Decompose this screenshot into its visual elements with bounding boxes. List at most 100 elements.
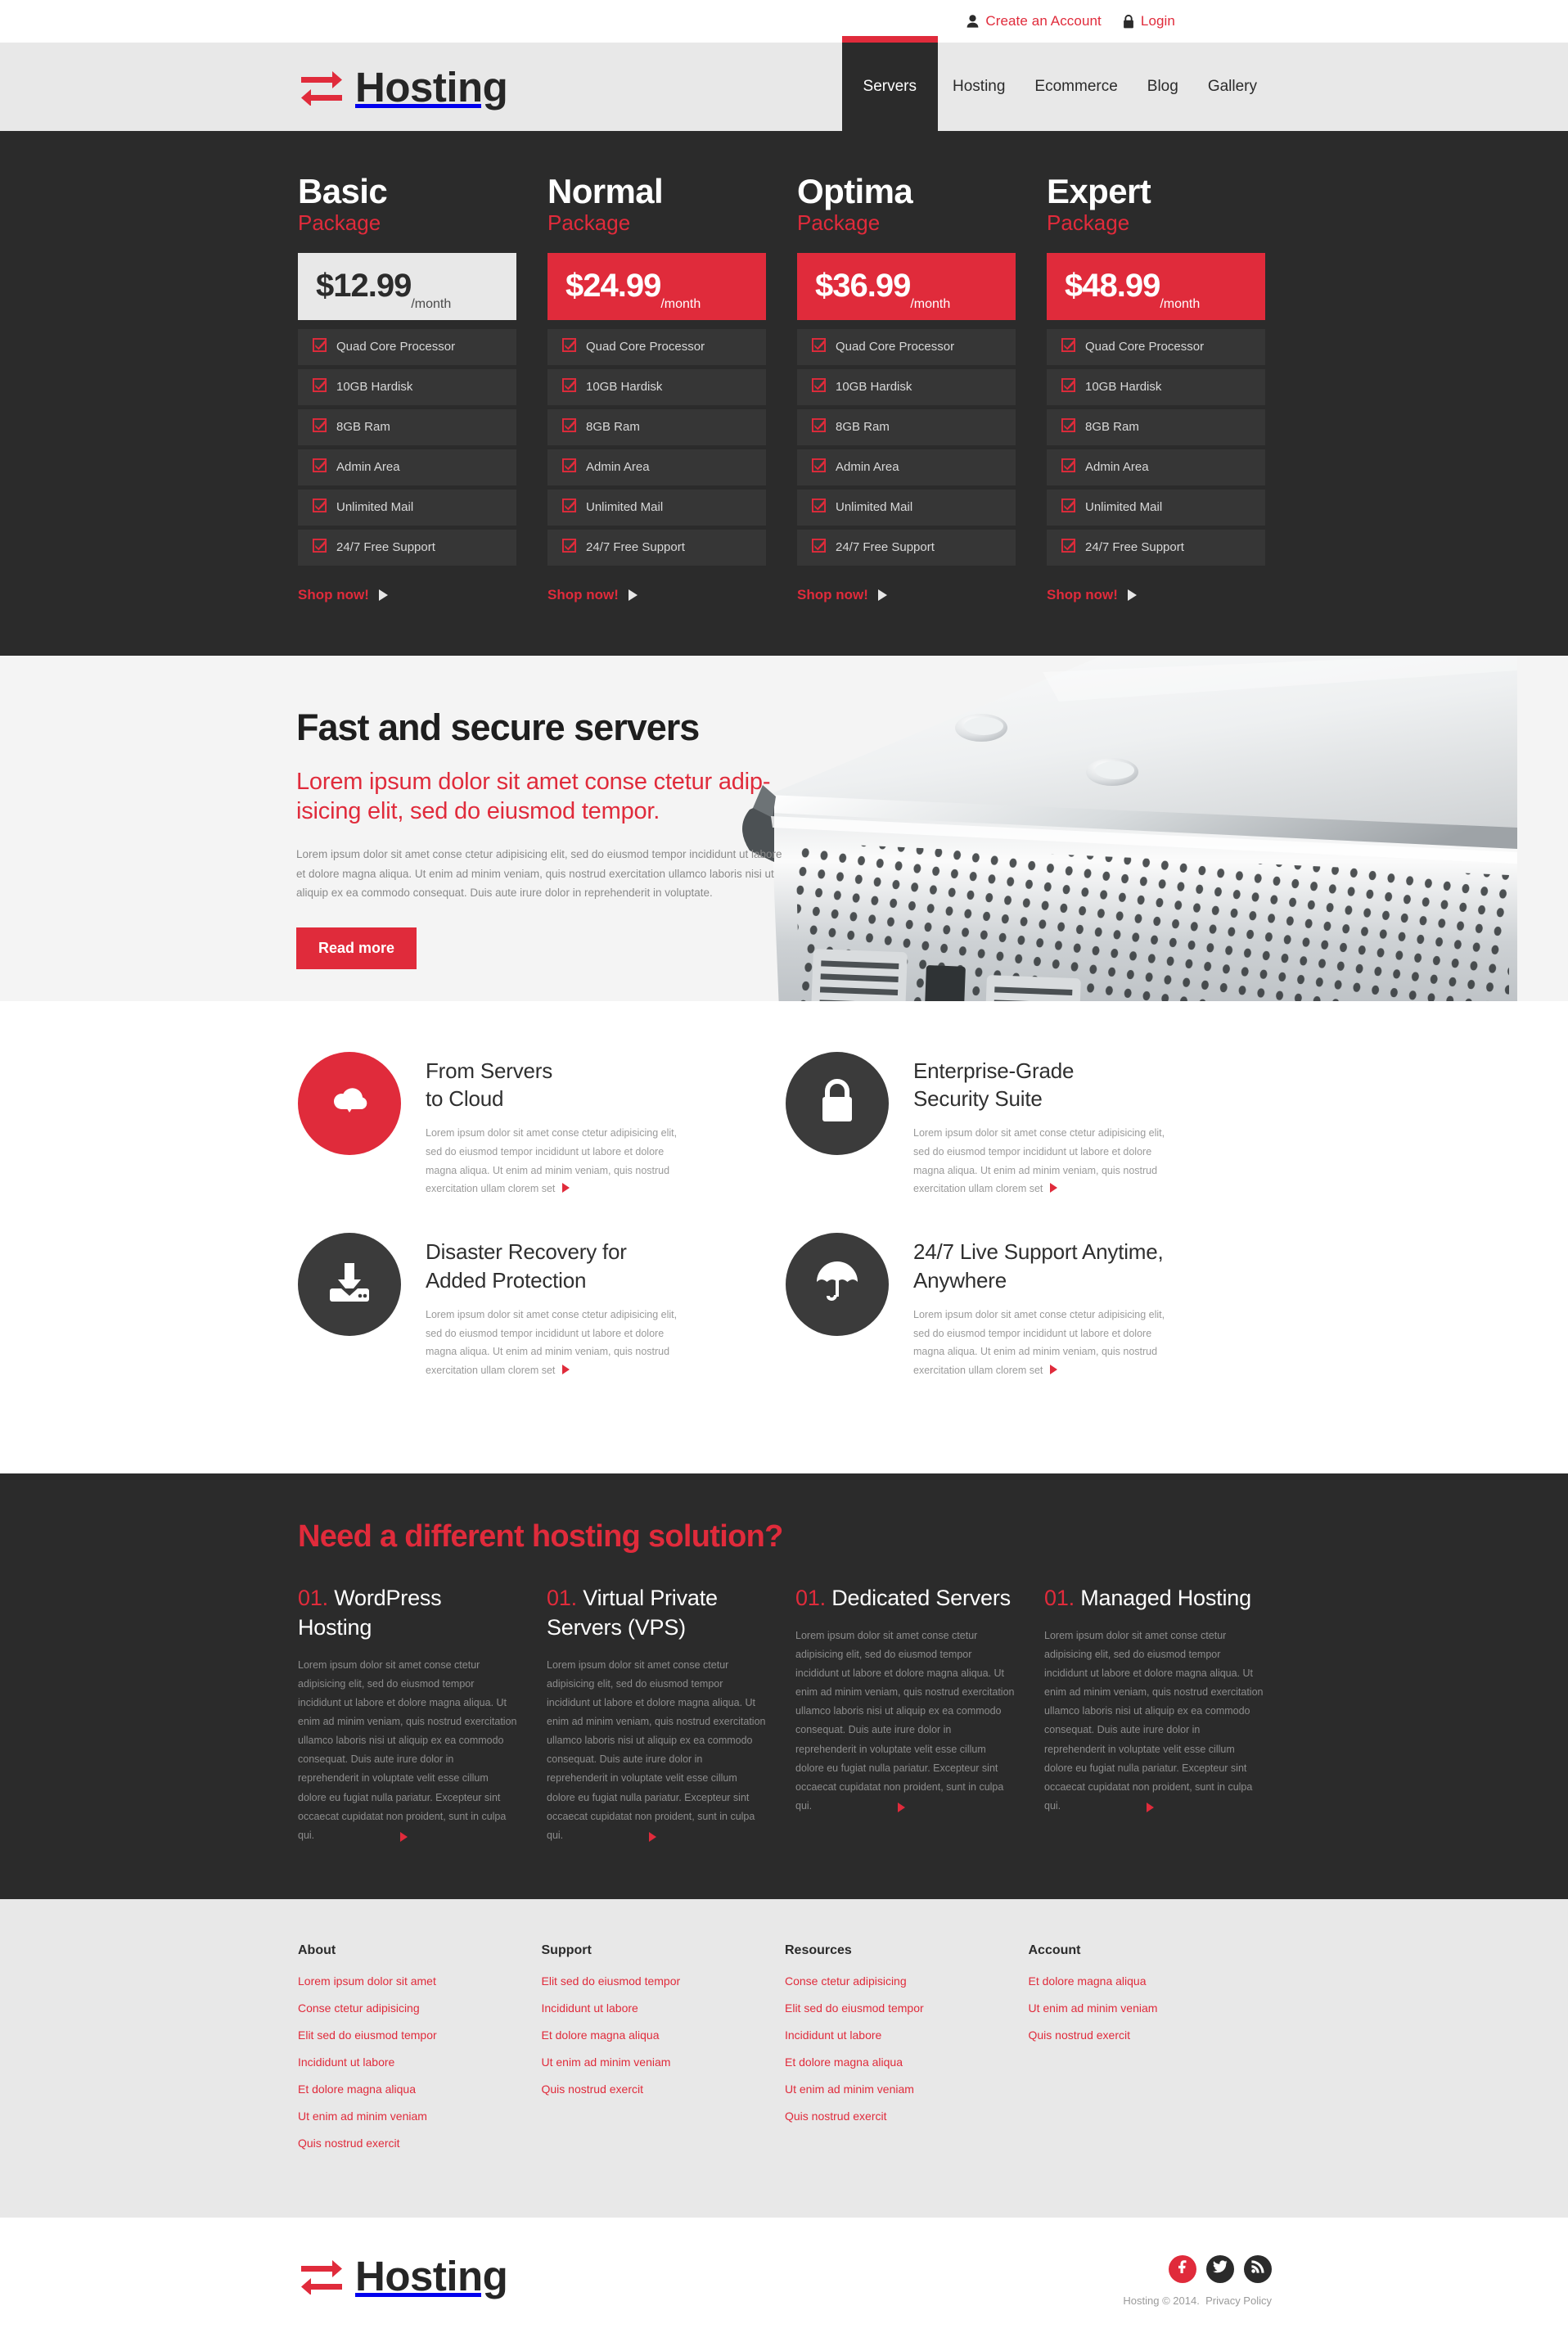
nav-item-hosting[interactable]: Hosting: [938, 43, 1020, 131]
rss-icon: [1251, 2260, 1264, 2277]
plan-feature-label: Unlimited Mail: [336, 500, 414, 515]
plan-feature-label: Quad Core Processor: [1085, 340, 1205, 354]
feature-icon-circle: [786, 1051, 889, 1155]
plan-feature-label: 24/7 Free Support: [586, 540, 685, 555]
arrow-right-icon[interactable]: [561, 1183, 570, 1194]
feature-title: From Servers to Cloud: [426, 1058, 553, 1111]
read-more-button[interactable]: Read more: [296, 927, 417, 969]
footer-link[interactable]: Quis nostrud exercit: [785, 2110, 1029, 2123]
nav-item-servers[interactable]: Servers: [841, 36, 939, 131]
shop-now-link[interactable]: Shop now!: [797, 587, 1016, 603]
nav-item-blog[interactable]: Blog: [1133, 43, 1193, 131]
footer-link[interactable]: Ut enim ad minim veniam: [542, 2055, 786, 2069]
nav-item-gallery[interactable]: Gallery: [1193, 43, 1272, 131]
checkbox-checked-icon: [562, 377, 576, 396]
login-link[interactable]: Login: [1123, 13, 1175, 29]
footer-column-support: Support Elit sed do eiusmod tempor Incidid…: [542, 1943, 786, 2164]
checkbox-checked-icon: [313, 458, 327, 476]
features-grid: From Servers to Cloud Lorem ipsum dolor si…: [296, 1051, 1272, 1415]
plan-subtitle: Package: [298, 210, 381, 236]
site-logo[interactable]: Hosting: [300, 63, 508, 111]
footer-link[interactable]: Incididunt ut labore: [542, 2001, 786, 2015]
footer-link[interactable]: Conse ctetur adipisicing: [785, 1974, 1029, 1988]
footer-link[interactable]: Incididunt ut labore: [785, 2028, 1029, 2042]
solution-description: Lorem ipsum dolor sit amet conse ctetur …: [298, 1658, 517, 1842]
pricing-plans: Basic Package $12.99/month Quad Core Proces…: [296, 172, 1272, 603]
pricing-plan-basic: Basic Package $12.99/month Quad Core Proces…: [298, 173, 516, 603]
footer-column-heading: About: [298, 1943, 336, 1957]
footer-column-heading: Account: [1028, 1943, 1081, 1957]
arrow-right-icon[interactable]: [1147, 1803, 1154, 1812]
checkbox-checked-icon: [1061, 337, 1075, 356]
arrow-right-icon[interactable]: [1049, 1365, 1057, 1375]
solution-number: 01.: [298, 1585, 328, 1610]
plan-feature-row: Quad Core Processor: [797, 328, 1016, 365]
logo-text: Hosting: [355, 63, 508, 111]
plan-feature-row: Admin Area: [547, 449, 766, 485]
footer-link[interactable]: Ut enim ad minim veniam: [1029, 2001, 1273, 2015]
footer-link[interactable]: Quis nostrud exercit: [542, 2083, 786, 2096]
arrow-right-icon[interactable]: [898, 1803, 905, 1812]
facebook-link[interactable]: [1169, 2254, 1196, 2283]
plan-feature-row: 8GB Ram: [547, 408, 766, 445]
twitter-link[interactable]: [1206, 2254, 1234, 2283]
plan-feature-row: 10GB Hardisk: [298, 368, 516, 405]
plan-feature-label: Admin Area: [1085, 460, 1149, 475]
plan-subtitle: Package: [797, 210, 881, 236]
copyright-text: Hosting © 2014.: [1123, 2294, 1200, 2307]
footer-link[interactable]: Elit sed do eiusmod tempor: [542, 1974, 786, 1988]
footer-links-section: About Lorem ipsum dolor sit amet Conse cte…: [0, 1898, 1568, 2218]
footer-link[interactable]: Et dolore magna aliqua: [785, 2055, 1029, 2069]
shop-now-label: Shop now!: [547, 586, 619, 602]
footer-logo[interactable]: Hosting: [300, 2255, 508, 2297]
solution-number: 01.: [1044, 1585, 1075, 1610]
footer-link[interactable]: Ut enim ad minim veniam: [785, 2083, 1029, 2096]
social-links: [1123, 2254, 1272, 2283]
plan-feature-label: Admin Area: [336, 460, 400, 475]
nav-item-ecommerce[interactable]: Ecommerce: [1020, 43, 1132, 131]
footer-link[interactable]: Ut enim ad minim veniam: [298, 2110, 542, 2123]
footer-link[interactable]: Et dolore magna aliqua: [298, 2083, 542, 2096]
shop-now-link[interactable]: Shop now!: [298, 587, 516, 603]
arrow-right-icon[interactable]: [400, 1831, 408, 1842]
shop-now-link[interactable]: Shop now!: [547, 587, 766, 603]
feature-icon-circle: [298, 1051, 401, 1155]
solution-title: 01. WordPress Hosting: [298, 1584, 517, 1643]
arrow-right-icon[interactable]: [1049, 1183, 1057, 1194]
footer-link[interactable]: Quis nostrud exercit: [298, 2137, 542, 2150]
footer-link[interactable]: Elit sed do eiusmod tempor: [785, 2001, 1029, 2015]
site-header: Hosting Servers Hosting Ecommerce Blog Galle…: [0, 36, 1568, 131]
privacy-policy-link[interactable]: Privacy Policy: [1205, 2295, 1272, 2307]
footer-bottom-bar: Hosting Hosting © 2014. Privacy Policy: [0, 2217, 1568, 2351]
plan-feature-label: Quad Core Processor: [836, 340, 955, 354]
plan-feature-label: 10GB Hardisk: [336, 380, 413, 395]
plan-name: Optima: [797, 172, 913, 210]
lock-icon: [818, 1078, 856, 1128]
footer-link[interactable]: Conse ctetur adipisicing: [298, 2001, 542, 2015]
footer-link[interactable]: Lorem ipsum dolor sit amet: [298, 1974, 542, 1988]
footer-link[interactable]: Quis nostrud exercit: [1029, 2028, 1273, 2042]
checkbox-checked-icon: [1061, 377, 1075, 396]
shop-now-label: Shop now!: [298, 586, 369, 602]
arrow-right-icon[interactable]: [561, 1365, 570, 1375]
plan-feature-row: 8GB Ram: [797, 408, 1016, 445]
solution-card: 01. WordPress Hosting Lorem ipsum dolor s…: [298, 1584, 517, 1845]
footer-link[interactable]: Incididunt ut labore: [298, 2055, 542, 2069]
footer-link[interactable]: Et dolore magna aliqua: [542, 2028, 786, 2042]
footer-right: Hosting © 2014. Privacy Policy: [1123, 2254, 1272, 2307]
plan-feature-row: Unlimited Mail: [547, 489, 766, 526]
footer-column-resources: Resources Conse ctetur adipisicing Elit se…: [785, 1943, 1029, 2164]
create-account-link[interactable]: Create an Account: [966, 13, 1102, 29]
checkbox-checked-icon: [562, 538, 576, 557]
footer-link[interactable]: Elit sed do eiusmod tempor: [298, 2028, 542, 2042]
arrow-right-icon: [628, 589, 638, 601]
rss-link[interactable]: [1244, 2254, 1272, 2283]
copyright-line: Hosting © 2014. Privacy Policy: [1123, 2295, 1272, 2307]
plan-feature-row: 24/7 Free Support: [547, 529, 766, 566]
solution-card: 01. Managed Hosting Lorem ipsum dolor sit…: [1044, 1584, 1264, 1845]
footer-link[interactable]: Et dolore magna aliqua: [1029, 1974, 1273, 1988]
shop-now-link[interactable]: Shop now!: [1047, 587, 1265, 603]
plan-feature-row: 8GB Ram: [298, 408, 516, 445]
arrow-right-icon[interactable]: [649, 1831, 656, 1842]
solution-title-text: Managed Hosting: [1080, 1585, 1251, 1610]
